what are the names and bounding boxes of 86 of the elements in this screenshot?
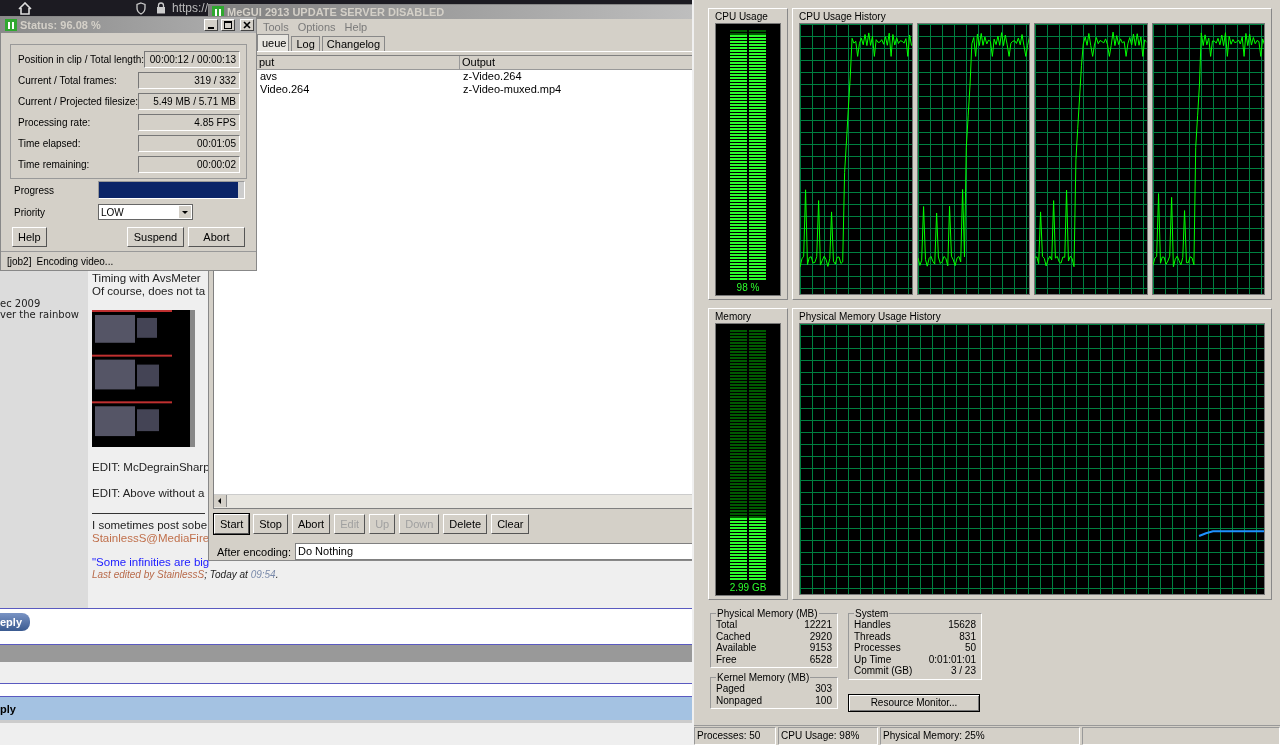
stat-value: 3 / 23 [950, 665, 976, 677]
column-header[interactable]: put [258, 56, 460, 69]
stat-value: 303 [815, 683, 832, 695]
reply-button[interactable]: eply [0, 613, 30, 631]
user-info-text: ver the rainbow [0, 309, 80, 320]
after-encoding-field[interactable]: Do Nothing [295, 543, 692, 560]
panel-title: Memory [715, 311, 753, 322]
edit-note-text: ; Today at [204, 569, 248, 580]
queue-button[interactable]: Stop [253, 514, 288, 534]
field-label: Processing rate: [18, 117, 91, 128]
status-text: Physical Memory: 25% [880, 727, 1080, 745]
stat-value: 9153 [809, 642, 832, 654]
queue-button[interactable]: Start [214, 514, 250, 534]
field-label: Position in clip / Total length: [18, 54, 144, 65]
stat-value: 50 [964, 642, 976, 654]
quote-text: "Some infinities are big [92, 556, 210, 569]
panel-title: Physical Memory Usage History [799, 311, 942, 322]
stat-value: 100 [815, 694, 832, 706]
stat-value: 12221 [804, 619, 832, 631]
address-text[interactable]: https:// [172, 1, 209, 15]
tab[interactable]: Log [291, 36, 320, 51]
stat-label: Threads [854, 630, 891, 642]
quick-reply-title: ply [0, 702, 16, 715]
post-text: EDIT: Above without a [92, 487, 205, 500]
value-field: 00:00:12 / 00:00:13 [144, 51, 240, 68]
stat-label: Free [716, 653, 737, 665]
value-field: 00:01:05 [138, 135, 240, 152]
post-text: EDIT: McDegrainSharp [92, 461, 210, 474]
field-label: Current / Total frames: [18, 75, 117, 86]
table-cell-text: z-Video.264 [462, 70, 523, 83]
queue-button[interactable]: Delete [443, 514, 488, 534]
table-cell-text: Video.264 [259, 83, 311, 96]
table-cell-text: avs [259, 70, 279, 83]
priority-dropdown[interactable]: LOW [98, 204, 193, 220]
memory-reading: 2.99 GB [729, 581, 767, 595]
field-label: After encoding: [217, 545, 291, 558]
field-label: Time remaining: [18, 159, 90, 170]
field-label: Time elapsed: [18, 138, 81, 149]
status-text: Encoding video... [36, 255, 114, 267]
progress-label: Progress [14, 184, 55, 196]
window-title: Status: 96.08 % [20, 19, 102, 31]
queue-button[interactable]: Abort [291, 514, 331, 534]
post-text: Timing with AvsMeter [92, 272, 201, 285]
stat-label: Cached [716, 630, 751, 642]
status-text: Processes: 50 [694, 727, 776, 745]
field-label: Current / Projected filesize: [18, 96, 139, 107]
value-field: 319 / 332 [138, 72, 240, 89]
value-field: 5.49 MB / 5.71 MB [138, 93, 240, 110]
help-button[interactable]: Help [12, 227, 47, 247]
queue-button[interactable]: Clear [491, 514, 530, 534]
value-field: 00:00:02 [138, 156, 240, 173]
tab[interactable]: Changelog [321, 36, 386, 51]
stat-label: Processes [854, 642, 901, 654]
group-title: Physical Memory (MB) [716, 608, 819, 619]
stat-label: Total [716, 619, 738, 631]
stat-value: 6528 [809, 653, 832, 665]
stat-value: 0:01:01:01 [928, 653, 976, 665]
tab[interactable]: ueue [257, 34, 290, 51]
priority-label: Priority [14, 206, 47, 218]
post-text: Of course, does not ta [92, 285, 206, 298]
table-cell-text: z-Video-muxed.mp4 [462, 83, 563, 96]
stat-label: Available [716, 642, 757, 654]
stat-value: 2920 [809, 630, 832, 642]
panel-title: CPU Usage History [799, 11, 887, 22]
user-info-text: ec 2009 [0, 298, 42, 309]
window-title: MeGUI 2913 UPDATE SERVER DISABLED [227, 6, 445, 18]
status-text: CPU Usage: 98% [778, 727, 878, 745]
stat-label: Handles [854, 619, 891, 631]
stat-value: 831 [959, 630, 976, 642]
resource-monitor-button[interactable]: Resource Monitor... [848, 693, 980, 712]
suspend-button[interactable]: Suspend [127, 227, 184, 247]
signature-text: I sometimes post sobe [92, 519, 208, 532]
cpu-reading: 98 % [736, 281, 760, 295]
stat-label: Nonpaged [716, 694, 763, 706]
value-field: 4.85 FPS [138, 114, 240, 131]
stat-value: 15628 [948, 619, 976, 631]
stat-label: Up Time [854, 653, 892, 665]
stat-label: Commit (GB) [854, 665, 913, 677]
stat-label: Paged [716, 683, 745, 695]
edit-note-period: . [275, 569, 279, 580]
group-title: Kernel Memory (MB) [716, 672, 811, 683]
job-text: [job2] [7, 255, 32, 267]
abort-button[interactable]: Abort [188, 227, 245, 247]
edit-note-time: 09:54 [250, 569, 276, 580]
group-title: System [854, 608, 889, 619]
panel-title: CPU Usage [715, 11, 769, 22]
